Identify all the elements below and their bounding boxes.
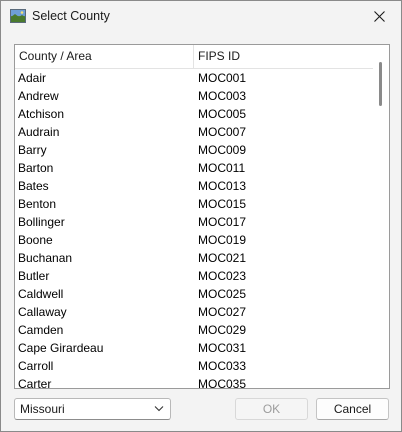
close-icon — [373, 10, 385, 22]
list-row[interactable]: Buchanan MOC021 — [15, 249, 374, 267]
fips-id-cell: MOC017 — [198, 215, 247, 229]
state-dropdown[interactable]: Missouri — [14, 398, 171, 420]
county-name-cell: Barton — [18, 161, 54, 175]
fips-id-cell: MOC015 — [198, 197, 247, 211]
landscape-picture-icon — [10, 9, 26, 23]
select-county-dialog: Select County County / Area FIPS ID Adai… — [0, 0, 402, 432]
list-row[interactable]: Bates MOC013 — [15, 177, 374, 195]
cancel-button[interactable]: Cancel — [316, 398, 389, 420]
county-name-cell: Cape Girardeau — [18, 341, 104, 355]
list-row[interactable]: Butler MOC023 — [15, 267, 374, 285]
state-dropdown-value: Missouri — [20, 402, 65, 416]
fips-id-cell: MOC019 — [198, 233, 247, 247]
fips-id-cell: MOC023 — [198, 269, 247, 283]
vertical-scrollbar[interactable] — [373, 45, 389, 388]
fips-id-cell: MOC007 — [198, 125, 247, 139]
list-row[interactable]: Barry MOC009 — [15, 141, 374, 159]
list-rows: Adair MOC001 Andrew MOC003 Atchison MOC005 Aud… — [15, 69, 374, 389]
column-header-county[interactable]: County / Area — [15, 45, 194, 68]
county-name-cell: Camden — [18, 323, 64, 337]
list-row[interactable]: Caldwell MOC025 — [15, 285, 374, 303]
fips-id-cell: MOC013 — [198, 179, 247, 193]
list-row[interactable]: Barton MOC011 — [15, 159, 374, 177]
fips-id-cell: MOC031 — [198, 341, 247, 355]
list-row[interactable]: Audrain MOC007 — [15, 123, 374, 141]
fips-id-cell: MOC001 — [198, 71, 247, 85]
list-row[interactable]: Carter MOC035 — [15, 375, 374, 389]
county-name-cell: Butler — [18, 269, 50, 283]
close-button[interactable] — [357, 1, 401, 31]
fips-id-cell: MOC009 — [198, 143, 247, 157]
county-name-cell: Carroll — [18, 359, 54, 373]
fips-id-cell: MOC003 — [198, 89, 247, 103]
county-name-cell: Barry — [18, 143, 47, 157]
county-name-cell: Callaway — [18, 305, 67, 319]
county-name-cell: Caldwell — [18, 287, 64, 301]
county-name-cell: Atchison — [18, 107, 65, 121]
county-name-cell: Bollinger — [18, 215, 65, 229]
list-row[interactable]: Bollinger MOC017 — [15, 213, 374, 231]
list-row[interactable]: Atchison MOC005 — [15, 105, 374, 123]
fips-id-cell: MOC025 — [198, 287, 247, 301]
fips-id-cell: MOC027 — [198, 305, 247, 319]
window-title: Select County — [32, 9, 110, 23]
county-name-cell: Carter — [18, 377, 52, 389]
fips-id-cell: MOC021 — [198, 251, 247, 265]
county-name-cell: Adair — [18, 71, 47, 85]
fips-id-cell: MOC035 — [198, 377, 247, 389]
list-row[interactable]: Camden MOC029 — [15, 321, 374, 339]
county-name-cell: Boone — [18, 233, 53, 247]
column-header-fips[interactable]: FIPS ID — [194, 45, 374, 68]
county-name-cell: Benton — [18, 197, 57, 211]
title-bar[interactable]: Select County — [1, 1, 401, 33]
county-name-cell: Buchanan — [18, 251, 73, 265]
ok-button[interactable]: OK — [235, 398, 308, 420]
fips-id-cell: MOC033 — [198, 359, 247, 373]
list-header: County / Area FIPS ID — [15, 45, 374, 69]
list-row[interactable]: Benton MOC015 — [15, 195, 374, 213]
list-row[interactable]: Andrew MOC003 — [15, 87, 374, 105]
list-row[interactable]: Callaway MOC027 — [15, 303, 374, 321]
fips-id-cell: MOC005 — [198, 107, 247, 121]
list-row[interactable]: Carroll MOC033 — [15, 357, 374, 375]
list-row[interactable]: Adair MOC001 — [15, 69, 374, 87]
list-row[interactable]: Cape Girardeau MOC031 — [15, 339, 374, 357]
county-name-cell: Bates — [18, 179, 49, 193]
county-name-cell: Andrew — [18, 89, 59, 103]
county-list[interactable]: County / Area FIPS ID Adair MOC001 Andrew M… — [14, 44, 390, 389]
fips-id-cell: MOC011 — [198, 161, 246, 175]
scrollbar-thumb[interactable] — [379, 62, 382, 106]
fips-id-cell: MOC029 — [198, 323, 247, 337]
list-row[interactable]: Boone MOC019 — [15, 231, 374, 249]
county-name-cell: Audrain — [18, 125, 60, 139]
chevron-down-icon — [154, 406, 164, 412]
